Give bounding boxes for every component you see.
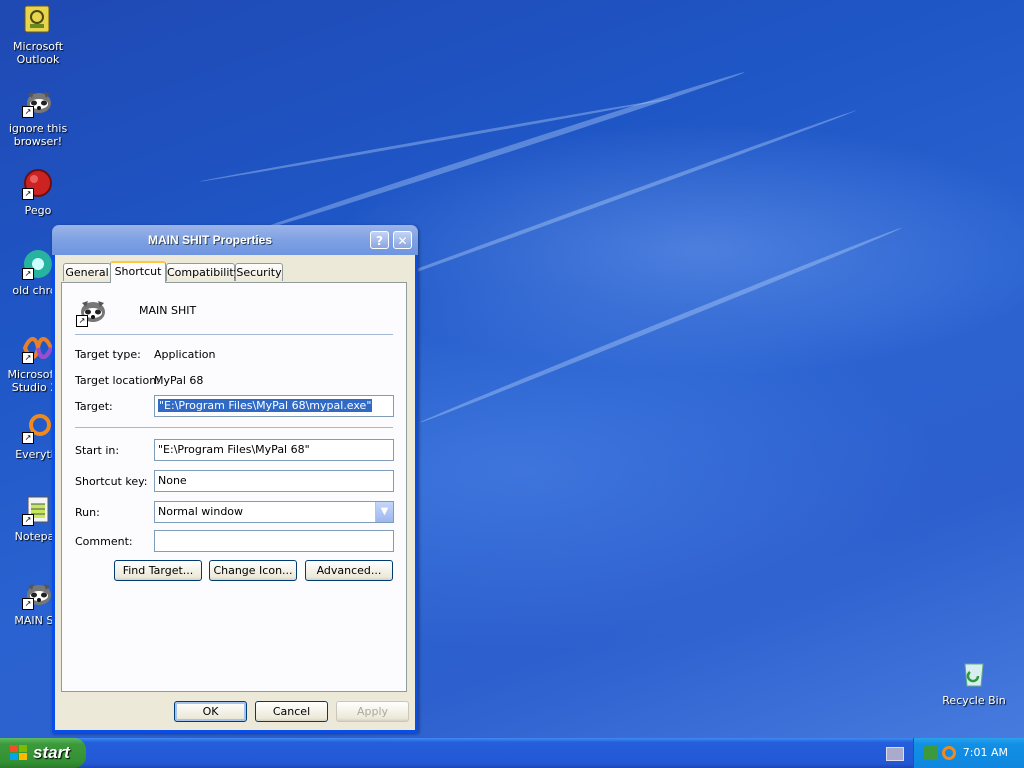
run-label: Run: — [75, 506, 100, 519]
separator — [75, 427, 393, 428]
comment-label: Comment: — [75, 535, 133, 548]
security-key-icon[interactable] — [942, 746, 956, 760]
raccoon-icon: ↗ — [22, 578, 54, 610]
shortcut-tab-panel: ↗ MAIN SHIT Target type: Application Tar… — [61, 282, 407, 692]
wallpaper-streak — [419, 225, 904, 425]
help-button[interactable]: ? — [370, 231, 389, 249]
desktop-icon-recycle-bin[interactable]: Recycle Bin — [936, 658, 1012, 707]
run-select-value: Normal window — [158, 505, 244, 518]
notepad-icon: ↗ — [22, 494, 54, 526]
close-button[interactable]: ✕ — [393, 231, 412, 249]
clock[interactable]: 7:01 AM — [963, 746, 1008, 759]
desktop-icon-label: Microsoft Outlook — [12, 40, 64, 66]
shortcut-raccoon-icon: ↗ — [76, 295, 108, 327]
desktop-icon-label: Pego — [24, 204, 52, 217]
shortcut-arrow-icon: ↗ — [22, 106, 34, 118]
shortcut-arrow-icon: ↗ — [22, 598, 34, 610]
start-label: start — [33, 743, 70, 762]
shortcut-key-field[interactable]: None — [154, 470, 394, 492]
start-in-label: Start in: — [75, 444, 120, 457]
recycle-bin-icon — [958, 658, 990, 690]
raccoon-icon: ↗ — [22, 86, 54, 118]
desktop-icon-label: Recycle Bin — [942, 694, 1006, 707]
shortcut-arrow-icon: ↗ — [22, 514, 34, 526]
desktop-icon-ignore-browser[interactable]: ↗ ignore this browser! — [0, 86, 76, 148]
start-in-field[interactable]: "E:\Program Files\MyPal 68" — [154, 439, 394, 461]
change-icon-button[interactable]: Change Icon... — [209, 560, 297, 581]
tab-general[interactable]: General — [63, 263, 111, 281]
outlook-icon — [22, 4, 54, 36]
dialog-title: MAIN SHIT Properties — [147, 233, 273, 247]
wallpaper-streak — [249, 69, 746, 236]
desktop-icon-outlook[interactable]: Microsoft Outlook — [0, 4, 76, 66]
tab-shortcut[interactable]: Shortcut — [110, 261, 166, 283]
pego-icon: ↗ — [22, 168, 54, 200]
desktop-icon-pego[interactable]: ↗ Pego — [0, 168, 76, 217]
properties-dialog: MAIN SHIT Properties ? ✕ General Shortcu… — [52, 225, 418, 733]
cancel-button[interactable]: Cancel — [255, 701, 328, 722]
tab-compatibility[interactable]: Compatibility — [166, 263, 240, 281]
system-tray: 7:01 AM — [913, 738, 1024, 768]
target-location-label: Target location: — [75, 374, 160, 387]
target-label: Target: — [75, 400, 113, 413]
chevron-down-icon[interactable]: ▼ — [375, 502, 393, 522]
target-type-label: Target type: — [75, 348, 141, 361]
ok-button[interactable]: OK — [174, 701, 247, 722]
windows-logo-icon — [10, 745, 27, 760]
target-field[interactable]: "E:\Program Files\MyPal 68\mypal.exe" — [154, 395, 394, 417]
keyboard-icon[interactable] — [886, 747, 904, 761]
shortcut-arrow-icon: ↗ — [76, 315, 88, 327]
network-icon[interactable] — [924, 746, 938, 760]
taskbar: start 7:01 AM — [0, 738, 1024, 768]
everything-search-icon: ↗ — [22, 412, 54, 444]
run-select[interactable]: Normal window ▼ — [154, 501, 394, 523]
chrome-icon: ↗ — [22, 248, 54, 280]
shortcut-arrow-icon: ↗ — [22, 432, 34, 444]
desktop-icon-label: ignore this browser! — [8, 122, 68, 148]
tab-security[interactable]: Security — [235, 263, 283, 281]
dialog-titlebar[interactable]: MAIN SHIT Properties ? ✕ — [52, 225, 418, 255]
shortcut-key-label: Shortcut key: — [75, 475, 148, 488]
advanced-button[interactable]: Advanced... — [305, 560, 393, 581]
find-target-button[interactable]: Find Target... — [114, 560, 202, 581]
target-type-value: Application — [154, 348, 216, 361]
shortcut-arrow-icon: ↗ — [22, 352, 34, 364]
separator — [75, 334, 393, 335]
visual-studio-icon: ↗ — [22, 332, 54, 364]
comment-field[interactable] — [154, 530, 394, 552]
target-location-value: MyPal 68 — [154, 374, 204, 387]
dialog-client-area: General Shortcut Compatibility Security … — [55, 255, 415, 730]
apply-button[interactable]: Apply — [336, 701, 409, 722]
shortcut-name: MAIN SHIT — [139, 304, 197, 317]
shortcut-arrow-icon: ↗ — [22, 268, 34, 280]
start-button[interactable]: start — [0, 738, 86, 768]
shortcut-arrow-icon: ↗ — [22, 188, 34, 200]
target-field-value: "E:\Program Files\MyPal 68\mypal.exe" — [158, 399, 373, 412]
